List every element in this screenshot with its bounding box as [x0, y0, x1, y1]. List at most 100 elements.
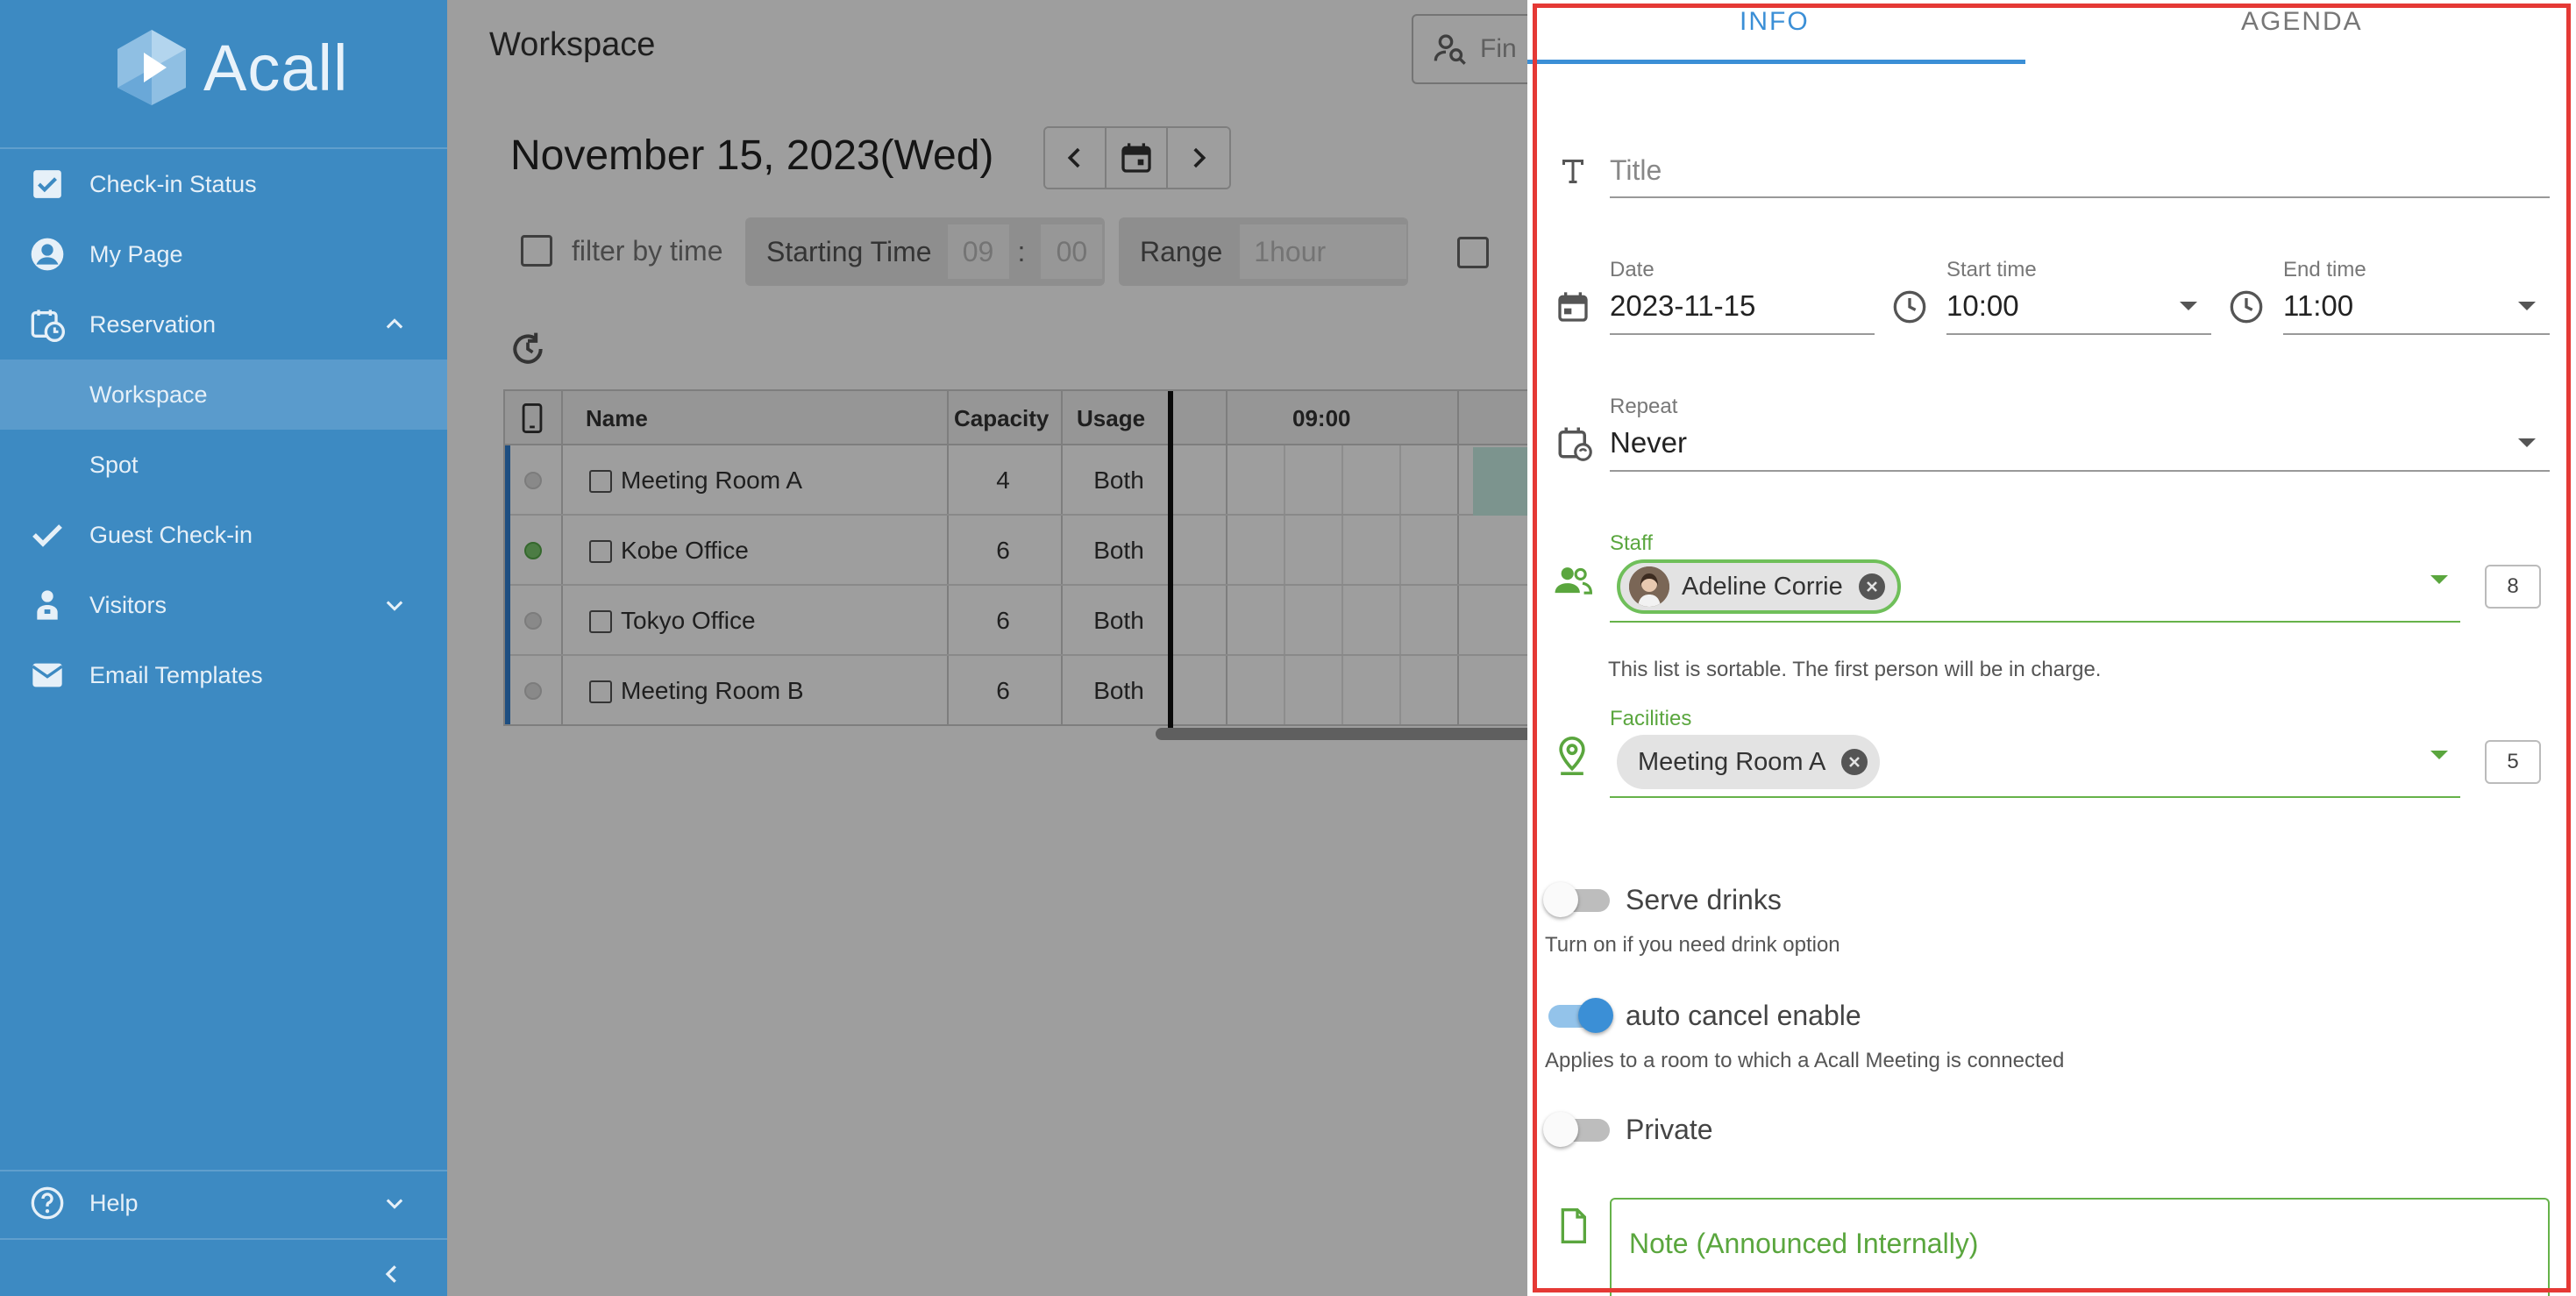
facilities-dropdown-icon[interactable] — [2430, 751, 2448, 759]
chevron-down-icon[interactable] — [382, 1191, 407, 1215]
time-colon: : — [1017, 235, 1026, 267]
logo-text: Acall — [203, 31, 349, 104]
status-dot — [524, 472, 542, 489]
facilities-label: Facilities — [1610, 707, 1692, 730]
repeat-dropdown-icon[interactable] — [2518, 438, 2536, 447]
room-capacity: 6 — [996, 607, 1010, 634]
search-placeholder: Fin — [1480, 34, 1517, 63]
staff-label: Staff — [1610, 531, 1653, 555]
staff-chip[interactable]: Adeline Corrie — [1617, 559, 1901, 614]
room-usage: Both — [1093, 677, 1144, 704]
room-capacity: 6 — [996, 677, 1010, 704]
prev-day-button[interactable] — [1045, 128, 1107, 188]
row-checkbox[interactable] — [589, 680, 612, 703]
staff-hint: This list is sortable. The first person … — [1608, 658, 2102, 681]
remove-staff-icon[interactable] — [1858, 573, 1885, 600]
title-icon — [1562, 160, 1583, 183]
sidebar-item-label: Check-in Status — [89, 170, 257, 197]
sidebar-item-label: Guest Check-in — [89, 521, 253, 548]
status-dot — [524, 612, 542, 630]
row-checkbox[interactable] — [589, 540, 612, 563]
sidebar-item-my-page[interactable]: My Page — [0, 219, 447, 289]
start-time-label: Start time — [1946, 258, 2037, 281]
note-placeholder: Note (Announced Internally) — [1629, 1228, 1979, 1259]
repeat-label: Repeat — [1610, 395, 1678, 418]
sidebar-item-spot[interactable]: Spot — [0, 430, 447, 500]
chevron-down-icon[interactable] — [382, 593, 407, 617]
filter-checkbox-2[interactable] — [1457, 237, 1489, 268]
start-hour-input[interactable]: 09 — [947, 224, 1009, 279]
remove-facility-icon[interactable] — [1841, 749, 1868, 775]
sidebar-item-label: Visitors — [89, 591, 167, 618]
acall-logo-icon — [117, 30, 186, 105]
column-header-capacity[interactable]: Capacity — [954, 405, 1049, 432]
table-row[interactable]: Meeting Room B 6 Both — [505, 656, 1534, 726]
room-usage: Both — [1093, 607, 1144, 634]
filter-by-time-checkbox[interactable] — [521, 235, 552, 267]
next-day-button[interactable] — [1168, 128, 1229, 188]
avatar — [1629, 566, 1669, 607]
facility-chip[interactable]: Meeting Room A — [1617, 735, 1881, 789]
end-time-dropdown-icon[interactable] — [2518, 302, 2536, 310]
range-input[interactable]: 1hour — [1240, 224, 1407, 279]
sidebar-item-help[interactable]: Help — [0, 1168, 447, 1238]
table-row[interactable]: Kobe Office 6 Both — [505, 516, 1534, 586]
sidebar-item-label: Help — [89, 1189, 139, 1216]
start-minute-input[interactable]: 00 — [1041, 224, 1103, 279]
table-row[interactable]: Meeting Room A 4 Both — [505, 445, 1534, 516]
sidebar-item-workspace[interactable]: Workspace — [0, 360, 447, 430]
horizontal-scrollbar[interactable] — [1156, 728, 1536, 740]
room-name: Kobe Office — [621, 537, 749, 564]
room-name: Tokyo Office — [621, 607, 756, 634]
repeat-calendar-icon — [1558, 427, 1592, 461]
staff-dropdown-icon[interactable] — [2430, 575, 2448, 584]
chevron-up-icon[interactable] — [382, 312, 407, 337]
auto-cancel-toggle[interactable] — [1543, 998, 1613, 1033]
sidebar-item-visitors[interactable]: Visitors — [0, 570, 447, 640]
date-input[interactable]: 2023-11-15 — [1610, 289, 1755, 323]
page-title: Workspace — [489, 26, 656, 63]
refresh-icon[interactable] — [509, 330, 547, 368]
calendar-clock-icon — [30, 307, 65, 342]
sidebar-item-guest-check-in[interactable]: Guest Check-in — [0, 500, 447, 570]
staff-chip-label: Adeline Corrie — [1682, 572, 1843, 601]
end-time-select[interactable]: 11:00 — [2283, 289, 2353, 323]
repeat-select[interactable]: Never — [1610, 426, 1687, 459]
start-time-dropdown-icon[interactable] — [2180, 302, 2197, 310]
tab-info[interactable]: INFO — [1740, 7, 1810, 37]
serve-drinks-toggle[interactable] — [1543, 882, 1610, 917]
title-input[interactable]: Title — [1610, 154, 1662, 187]
status-dot — [524, 682, 542, 700]
private-toggle[interactable] — [1543, 1112, 1610, 1147]
toggle-knob — [1543, 882, 1578, 917]
sidebar-item-reservation[interactable]: Reservation — [0, 289, 447, 360]
toggle-knob — [1543, 1112, 1578, 1147]
table-row[interactable]: Tokyo Office 6 Both — [505, 586, 1534, 656]
account-icon — [30, 237, 65, 272]
starting-time-field: Starting Time 09 : 00 — [745, 217, 1105, 286]
date-underline — [1610, 333, 1875, 335]
date-label: Date — [1610, 258, 1654, 281]
row-checkbox[interactable] — [589, 470, 612, 493]
current-time-line — [1168, 391, 1173, 728]
tab-agenda[interactable]: AGENDA — [2241, 7, 2363, 37]
table-header: Name Capacity Usage 09:00 — [505, 391, 1534, 445]
row-checkbox[interactable] — [589, 610, 612, 633]
collapse-sidebar-icon[interactable] — [379, 1261, 405, 1287]
room-name: Meeting Room B — [621, 677, 804, 704]
repeat-underline — [1610, 470, 2550, 472]
room-usage: Both — [1093, 537, 1144, 564]
mail-icon — [30, 658, 65, 693]
auto-cancel-label: auto cancel enable — [1626, 1000, 1861, 1031]
sidebar-item-label: Workspace — [89, 381, 208, 408]
facility-count: 5 — [2485, 740, 2541, 784]
column-header-name[interactable]: Name — [586, 405, 648, 432]
calendar-button[interactable] — [1107, 128, 1168, 188]
sidebar-item-check-in-status[interactable]: Check-in Status — [0, 149, 447, 219]
start-time-select[interactable]: 10:00 — [1946, 289, 2019, 323]
active-tab-indicator — [1527, 60, 2025, 64]
acall-logo[interactable]: Acall — [112, 26, 349, 109]
column-header-usage[interactable]: Usage — [1077, 405, 1145, 432]
sidebar-item-email-templates[interactable]: Email Templates — [0, 640, 447, 710]
filter-by-time: filter by time — [521, 216, 722, 286]
